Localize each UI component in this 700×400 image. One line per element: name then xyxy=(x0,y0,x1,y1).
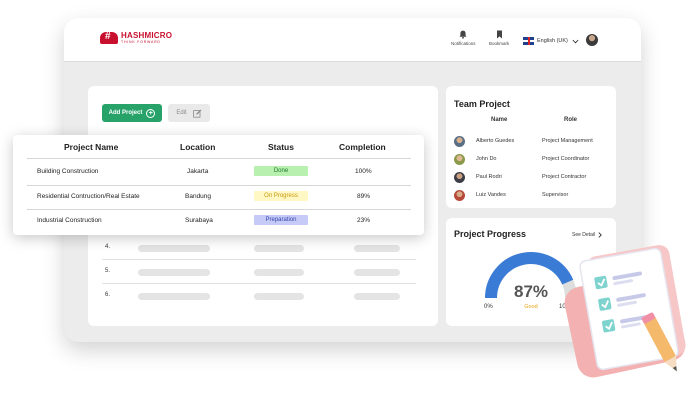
user-avatar[interactable] xyxy=(586,34,598,46)
placeholder-bar xyxy=(254,293,304,300)
table-row[interactable]: 6. xyxy=(102,284,416,308)
add-project-button[interactable]: Add Project + xyxy=(102,104,162,122)
location-cell: Bandung xyxy=(185,193,212,200)
bell-icon xyxy=(459,30,467,39)
plus-circle-icon: + xyxy=(146,108,156,118)
language-selector[interactable]: English (UK) xyxy=(523,37,579,45)
add-project-label: Add Project xyxy=(108,110,143,116)
projects-table-card: Project Name Location Status Completion … xyxy=(13,135,424,235)
team-project-title: Team Project xyxy=(454,99,510,109)
chevron-down-icon xyxy=(572,39,579,43)
member-role: Supervisor xyxy=(542,192,569,198)
bookmark-icon xyxy=(496,30,502,39)
uk-flag-icon xyxy=(523,37,534,45)
placeholder-bar xyxy=(138,269,210,276)
placeholder-bar xyxy=(138,293,210,300)
project-name-cell: Residential Contruction/Real Estate xyxy=(37,193,140,200)
team-member-row[interactable]: Luiz Vandes Supervisor xyxy=(454,188,614,206)
team-column-name: Name xyxy=(491,117,508,123)
brand-tagline: THINK FORWARD xyxy=(121,40,161,44)
top-bar: HASHMICRO THINK FORWARD Notifications Bo… xyxy=(64,18,641,62)
table-row[interactable]: 5. xyxy=(102,260,416,284)
member-avatar xyxy=(454,190,465,201)
clipboard-checklist-icon xyxy=(564,245,686,378)
bookmark-button[interactable]: Bookmark xyxy=(489,30,509,46)
member-name: Luiz Vandes xyxy=(476,192,506,198)
language-label: English (UK) xyxy=(537,38,568,44)
member-name: Alberto Guedes xyxy=(476,138,515,144)
column-header-location: Location xyxy=(180,142,216,152)
team-member-row[interactable]: John Do Project Coordinator xyxy=(454,152,614,170)
placeholder-bar xyxy=(354,269,400,276)
completion-cell: 89% xyxy=(357,193,371,200)
status-badge: Preparation xyxy=(254,215,308,225)
placeholder-bar xyxy=(354,293,400,300)
placeholder-bar xyxy=(138,245,210,252)
project-progress-title: Project Progress xyxy=(454,229,527,239)
placeholder-bar xyxy=(354,245,400,252)
member-avatar xyxy=(454,136,465,147)
row-number: 5. xyxy=(105,268,111,274)
edit-button[interactable]: Edit xyxy=(168,104,210,122)
location-cell: Surabaya xyxy=(185,217,213,224)
member-avatar xyxy=(454,172,465,183)
table-row[interactable]: Residential Contruction/Real Estate Band… xyxy=(27,185,411,209)
member-name: John Do xyxy=(476,156,497,162)
table-divider xyxy=(27,158,411,159)
team-column-role: Role xyxy=(564,117,578,123)
row-number: 6. xyxy=(105,292,111,298)
member-role: Project Management xyxy=(542,138,593,144)
edit-icon xyxy=(192,109,202,118)
status-badge: Done xyxy=(254,166,308,176)
member-avatar xyxy=(454,154,465,165)
column-header-completion: Completion xyxy=(339,142,386,152)
team-member-row[interactable]: Paul Rodri Project Contractor xyxy=(454,170,614,188)
table-row[interactable]: 4. xyxy=(102,236,416,260)
row-number: 4. xyxy=(105,244,111,250)
notifications-label: Notifications xyxy=(451,41,476,46)
edit-label: Edit xyxy=(176,110,187,116)
member-name: Paul Rodri xyxy=(476,174,502,180)
brand-logo[interactable]: HASHMICRO THINK FORWARD xyxy=(100,31,173,45)
table-row[interactable]: Industrial Construction Surabaya Prepara… xyxy=(27,209,411,233)
status-badge: On Progress xyxy=(254,191,308,201)
team-project-panel: Team Project Name Role Alberto Guedes Pr… xyxy=(446,86,616,208)
member-role: Project Coordinator xyxy=(542,156,590,162)
project-name-cell: Industrial Construction xyxy=(37,217,102,224)
stage: HASHMICRO THINK FORWARD Notifications Bo… xyxy=(0,0,700,400)
column-header-project-name: Project Name xyxy=(64,142,119,152)
logo-mark-icon xyxy=(100,31,118,45)
location-cell: Jakarta xyxy=(187,168,209,175)
placeholder-bar xyxy=(254,245,304,252)
table-row[interactable]: Building Construction Jakarta Done 100% xyxy=(27,160,411,184)
member-role: Project Contractor xyxy=(542,174,587,180)
team-member-row[interactable]: Alberto Guedes Project Management xyxy=(454,134,614,152)
project-name-cell: Building Construction xyxy=(37,168,99,175)
bookmark-label: Bookmark xyxy=(489,41,510,46)
completion-cell: 100% xyxy=(355,168,372,175)
notifications-button[interactable]: Notifications xyxy=(451,30,476,46)
column-header-status: Status xyxy=(268,142,294,152)
placeholder-bar xyxy=(254,269,304,276)
brand-name: HASHMICRO xyxy=(121,31,173,40)
completion-cell: 23% xyxy=(357,217,371,224)
gauge-min-label: 0% xyxy=(484,304,493,310)
